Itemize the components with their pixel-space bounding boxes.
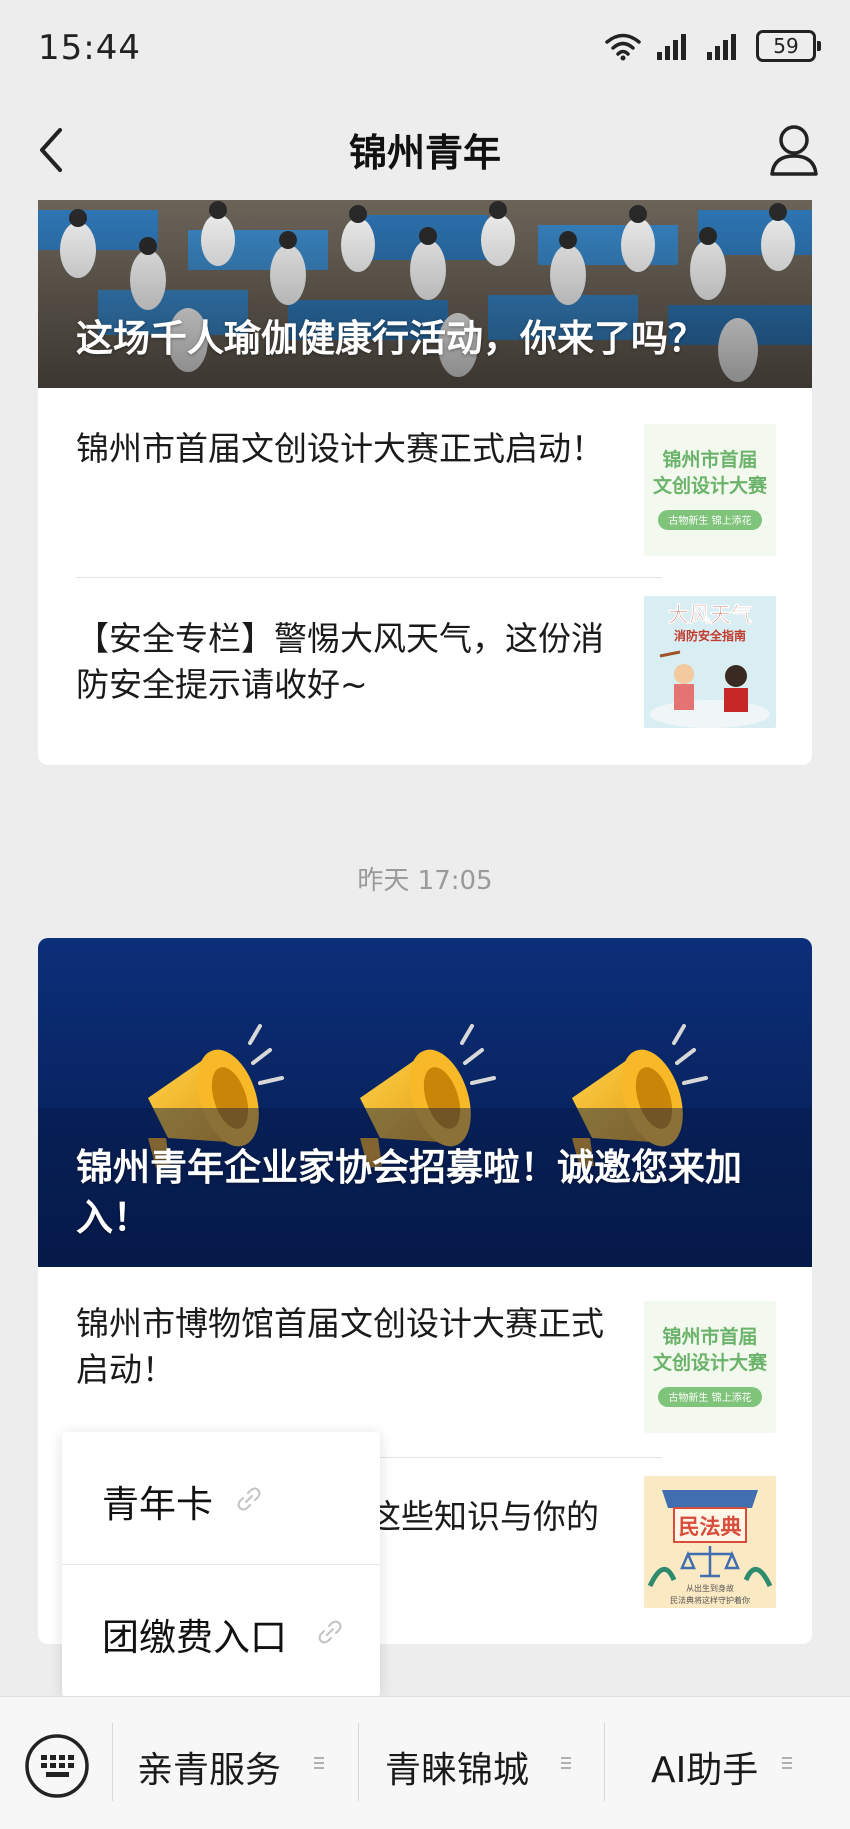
keyboard-icon[interactable]	[24, 1733, 90, 1799]
signal-icon-2	[707, 34, 736, 60]
article-banner-1[interactable]: 这场千人瑜伽健康行活动，你来了吗？	[38, 200, 812, 388]
article-title: 锦州市博物馆首届文创设计大赛正式启动！	[76, 1304, 604, 1389]
article-item[interactable]: 锦州市博物馆首届文创设计大赛正式启动！ 锦州市首届 文创设计大赛 古物新生 锦上…	[76, 1267, 776, 1435]
thumb-line1: 锦州市首届	[662, 448, 757, 471]
link-icon	[237, 1487, 261, 1511]
article-title: 锦州市首届文创设计大赛正式启动！	[76, 429, 604, 468]
article-thumbnail: 锦州市首届 文创设计大赛 古物新生 锦上添花	[644, 1301, 776, 1433]
status-time: 15:44	[38, 28, 141, 68]
menu-lines-icon	[782, 1757, 792, 1769]
thumb-line2: 文创设计大赛	[653, 474, 768, 497]
thumb-line1: 民法典	[679, 1515, 742, 1539]
menu-lines-icon	[314, 1757, 324, 1769]
thumb-line2: 消防安全指南	[674, 628, 746, 643]
menu-item-label: 青年卡	[102, 1483, 213, 1526]
article-thumbnail: 锦州市首届 文创设计大赛 古物新生 锦上添花	[644, 424, 776, 556]
thumb-sub: 古物新生 锦上添花	[668, 514, 751, 527]
article-thumbnail: 大风天气 消防安全指南	[644, 596, 776, 728]
menu-tab-qinglai-jincheng[interactable]: 青睐锦城	[359, 1697, 604, 1829]
battery-icon: 59	[756, 30, 821, 62]
message-timestamp: 昨天 17:05	[357, 866, 493, 896]
menu-tab-label: AI助手	[651, 1750, 759, 1791]
menu-tab-label: 青睐锦城	[385, 1750, 530, 1791]
banner-title: 这场千人瑜伽健康行活动，你来了吗？	[76, 317, 705, 360]
page-title: 锦州青年	[348, 131, 501, 175]
menu-lines-icon	[561, 1757, 571, 1769]
article-title: 【安全专栏】警惕大风天气，这份消防安全提示请收好~	[76, 619, 604, 704]
menu-item-label: 团缴费入口	[102, 1616, 287, 1659]
article-thumbnail: 民法典 从出生到身故 民法典将这样守护着你	[644, 1476, 776, 1608]
thumb-sub2: 民法典将这样守护着你	[670, 1595, 750, 1605]
thumb-sub: 古物新生 锦上添花	[668, 1391, 751, 1404]
status-icons: 59	[604, 30, 821, 62]
wifi-icon	[605, 33, 641, 61]
profile-icon[interactable]	[766, 120, 822, 180]
article-title-partial: 这些知识与你的	[368, 1497, 599, 1536]
thumb-line2: 文创设计大赛	[653, 1351, 768, 1374]
article-banner-2[interactable]: 锦州青年企业家协会招募啦！诚邀您来加入！	[38, 938, 812, 1267]
bottom-menu-bar: 亲青服务 青睐锦城 AI助手	[0, 1696, 850, 1829]
article-item[interactable]: 【安全专栏】警惕大风天气，这份消防安全提示请收好~ 大风天气 消防安全指南	[76, 560, 776, 728]
link-icon	[318, 1620, 342, 1644]
menu-tab-youth-services[interactable]: 亲青服务	[113, 1697, 358, 1829]
thumb-line1: 大风天气	[668, 603, 752, 627]
signal-icon	[657, 34, 686, 60]
article-card-1: 这场千人瑜伽健康行活动，你来了吗？ 锦州市首届文创设计大赛正式启动！ 锦州市首届…	[38, 200, 812, 765]
menu-tab-label: 亲青服务	[137, 1750, 282, 1791]
menu-tab-ai-assistant[interactable]: AI助手	[605, 1697, 850, 1829]
submenu-popup: 青年卡 团缴费入口	[62, 1432, 380, 1697]
article-item[interactable]: 锦州市首届文创设计大赛正式启动！ 锦州市首届 文创设计大赛 古物新生 锦上添花	[76, 388, 776, 556]
thumb-sub1: 从出生到身故	[686, 1583, 734, 1593]
thumb-line1: 锦州市首届	[662, 1325, 757, 1348]
navigation-bar: 锦州青年	[0, 100, 850, 200]
status-bar: 15:44 59	[0, 0, 850, 100]
banner-title: 锦州青年企业家协会招募啦！诚邀您来加入！	[76, 1146, 742, 1239]
menu-item-dues-payment[interactable]: 团缴费入口	[62, 1565, 380, 1697]
menu-item-youth-card[interactable]: 青年卡	[62, 1432, 380, 1564]
